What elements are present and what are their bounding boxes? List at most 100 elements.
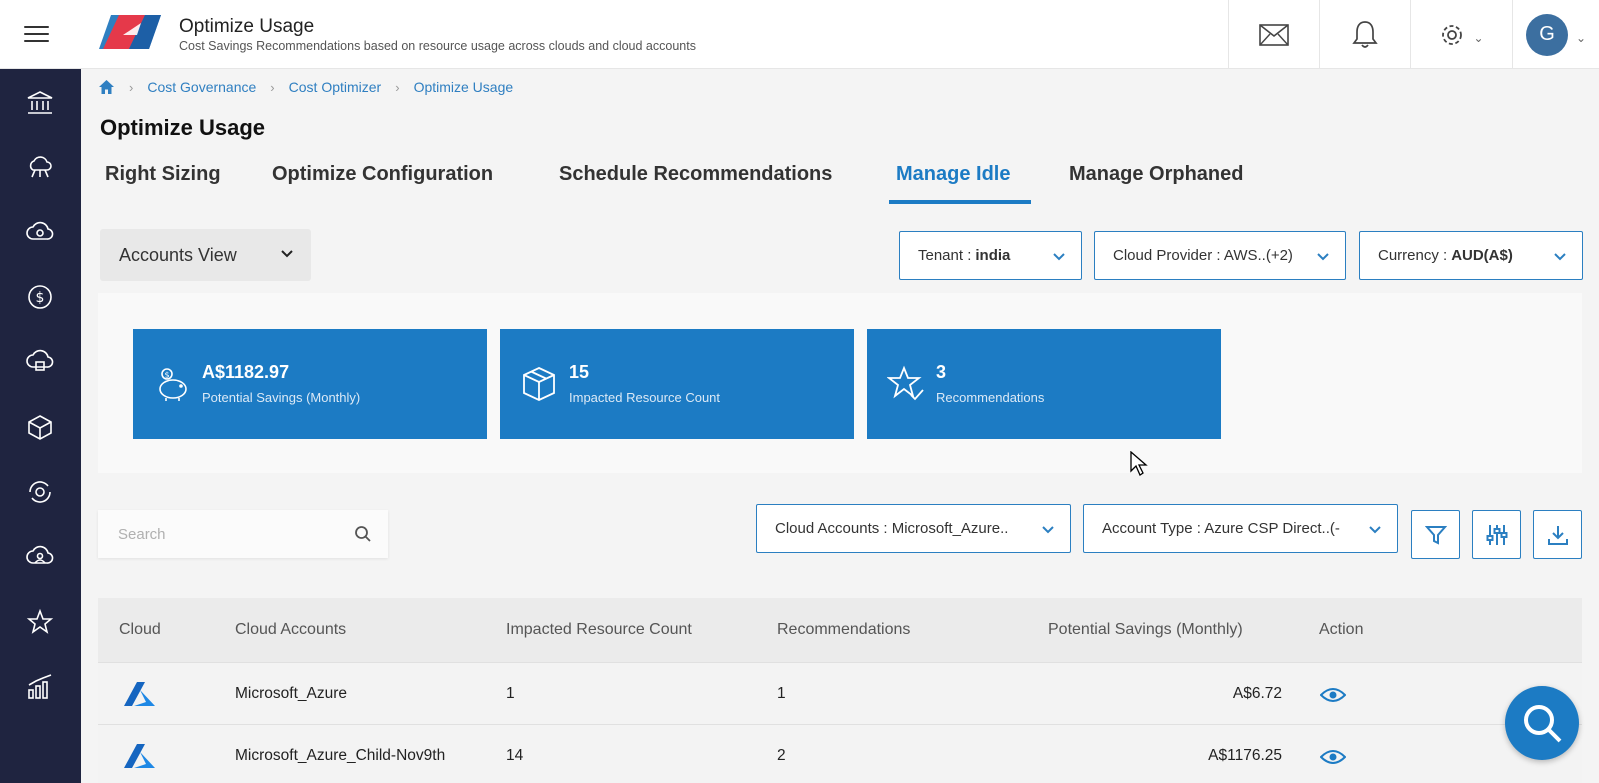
column-header-potential-savings[interactable]: Potential Savings (Monthly) — [1048, 621, 1243, 639]
chevron-down-icon: ⌄ — [1473, 30, 1484, 45]
view-select[interactable]: Accounts View — [100, 229, 311, 281]
page-title: Optimize Usage — [100, 115, 266, 140]
chevron-down-icon — [1369, 526, 1381, 534]
tab-manage-orphaned[interactable]: Manage Orphaned — [1069, 163, 1243, 186]
tenant-select[interactable]: Tenant : india — [899, 231, 1082, 280]
chevron-right-icon: › — [129, 79, 134, 95]
savings-card[interactable]: $ A$1182.97 Potential Savings (Monthly) — [133, 329, 487, 439]
recommendations-value: 3 — [936, 362, 947, 382]
bell-icon — [1352, 20, 1378, 48]
app-title: Optimize Usage — [179, 16, 315, 37]
cloud-provider-label: Cloud Provider : AWS..(+2) — [1113, 247, 1293, 264]
column-header-cloud-accounts[interactable]: Cloud Accounts — [235, 621, 346, 639]
column-header-recommendations[interactable]: Recommendations — [777, 621, 910, 639]
filter-icon — [1424, 525, 1447, 545]
breadcrumb: › Cost Governance › Cost Optimizer › Opt… — [98, 79, 513, 95]
view-icon[interactable] — [1320, 749, 1346, 765]
filter-button[interactable] — [1411, 510, 1460, 559]
mail-icon — [1259, 23, 1289, 46]
column-header-impacted-resource-count[interactable]: Impacted Resource Count — [506, 621, 692, 639]
cell-cloud-account: Microsoft_Azure — [235, 685, 347, 702]
home-icon[interactable] — [98, 79, 115, 95]
breadcrumb-optimize-usage[interactable]: Optimize Usage — [414, 79, 514, 95]
table-row[interactable]: Microsoft_Azure 1 1 A$6.72 — [98, 662, 1582, 724]
svg-text:$: $ — [164, 371, 169, 380]
accounts-table: Cloud Cloud Accounts Impacted Resource C… — [98, 598, 1582, 783]
notifications-button[interactable] — [1319, 0, 1410, 69]
cog-refresh-icon[interactable] — [26, 478, 54, 506]
mail-button[interactable] — [1228, 0, 1319, 69]
tab-optimize-configuration[interactable]: Optimize Configuration — [272, 163, 493, 186]
chevron-right-icon: › — [270, 79, 275, 95]
cell-impacted-count: 1 — [506, 685, 515, 702]
cloud-provider-select[interactable]: Cloud Provider : AWS..(+2) — [1094, 231, 1346, 280]
star-check-icon — [887, 365, 924, 401]
search-input[interactable] — [98, 525, 328, 543]
account-type-select[interactable]: Account Type : Azure CSP Direct..(- — [1083, 504, 1398, 553]
sidebar: $ — [0, 69, 81, 783]
tab-manage-idle[interactable]: Manage Idle — [896, 163, 1010, 186]
cell-impacted-count: 14 — [506, 747, 524, 764]
impacted-resource-card[interactable]: 15 Impacted Resource Count — [500, 329, 854, 439]
download-icon — [1547, 525, 1568, 545]
chevron-down-icon — [1317, 253, 1329, 261]
chevron-down-icon — [1554, 253, 1566, 261]
box-icon — [523, 367, 555, 401]
download-button[interactable] — [1533, 510, 1582, 559]
settings-button[interactable]: ⌄ — [1410, 0, 1512, 69]
user-menu[interactable]: G ⌄ — [1512, 0, 1599, 69]
gear-icon — [1442, 24, 1463, 45]
cell-savings: A$6.72 — [1232, 685, 1282, 702]
cell-savings: A$1176.25 — [1208, 747, 1282, 764]
chevron-right-icon: › — [395, 79, 400, 95]
avatar: G — [1525, 13, 1568, 56]
piggy-bank-icon: $ — [159, 368, 187, 401]
star-icon[interactable] — [26, 608, 54, 636]
top-bar: Optimize Usage Cost Savings Recommendati… — [0, 0, 1599, 69]
recommendations-card[interactable]: 3 Recommendations — [867, 329, 1221, 439]
azure-icon — [124, 744, 155, 768]
impacted-resource-label: Impacted Resource Count — [569, 390, 721, 405]
column-settings-button[interactable] — [1472, 510, 1521, 559]
search-icon — [1524, 705, 1562, 743]
chevron-down-icon — [281, 250, 293, 258]
tenant-value: india — [975, 247, 1011, 264]
azure-icon — [124, 682, 155, 706]
cell-recommendations: 1 — [777, 685, 786, 702]
table-header: Cloud Cloud Accounts Impacted Resource C… — [98, 598, 1582, 662]
cloud-lock-icon[interactable] — [26, 348, 54, 376]
tenant-label: Tenant : — [918, 247, 972, 264]
cloud-accounts-label: Cloud Accounts : Microsoft_Azure.. — [775, 520, 1009, 537]
recommendations-label: Recommendations — [936, 390, 1045, 405]
floating-search-button[interactable] — [1505, 686, 1579, 760]
chevron-down-icon — [1042, 526, 1054, 534]
chevron-down-icon — [1053, 253, 1065, 261]
app-logo — [99, 15, 161, 49]
search-icon[interactable] — [354, 525, 372, 543]
breadcrumb-cost-optimizer[interactable]: Cost Optimizer — [289, 79, 382, 95]
cube-icon[interactable] — [26, 413, 54, 441]
account-type-label: Account Type : Azure CSP Direct..(- — [1102, 520, 1340, 537]
dollar-icon[interactable]: $ — [26, 283, 54, 311]
mouse-cursor-icon — [1130, 451, 1148, 476]
cell-cloud-account: Microsoft_Azure_Child-Nov9th — [235, 747, 446, 764]
breadcrumb-cost-governance[interactable]: Cost Governance — [147, 79, 256, 95]
bank-icon[interactable] — [26, 89, 54, 117]
column-header-cloud[interactable]: Cloud — [119, 621, 161, 639]
cloud-network-icon[interactable] — [26, 153, 54, 181]
sliders-icon — [1486, 524, 1507, 545]
menu-icon[interactable] — [24, 26, 49, 44]
bar-chart-icon[interactable] — [26, 673, 54, 701]
view-icon[interactable] — [1320, 687, 1346, 703]
tab-right-sizing[interactable]: Right Sizing — [105, 163, 221, 186]
view-select-value: Accounts View — [119, 244, 237, 265]
cloud-cog-icon[interactable] — [26, 218, 54, 246]
tab-schedule-recommendations[interactable]: Schedule Recommendations — [559, 163, 832, 186]
cell-recommendations: 2 — [777, 747, 786, 764]
column-header-action: Action — [1319, 621, 1364, 638]
currency-value: AUD(A$) — [1451, 247, 1513, 264]
cloud-accounts-select[interactable]: Cloud Accounts : Microsoft_Azure.. — [756, 504, 1071, 553]
currency-select[interactable]: Currency : AUD(A$) — [1359, 231, 1583, 280]
table-row[interactable]: Microsoft_Azure_Child-Nov9th 14 2 A$1176… — [98, 724, 1582, 783]
cloud-user-icon[interactable] — [26, 543, 54, 571]
